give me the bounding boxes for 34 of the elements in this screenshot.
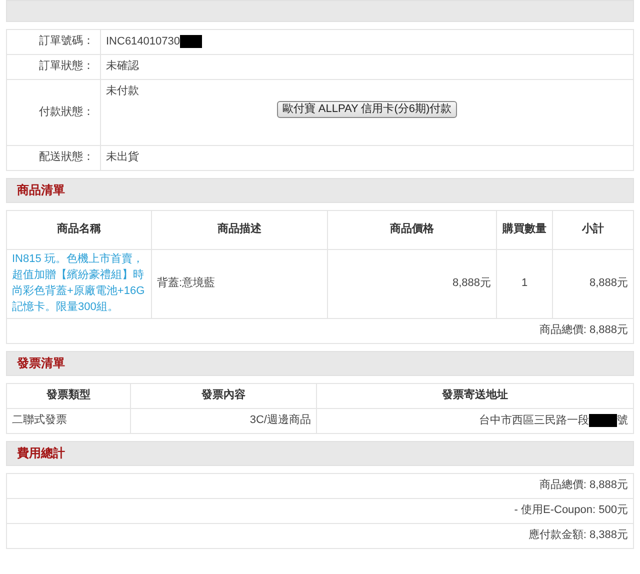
table-cell: 8,888元	[452, 277, 491, 290]
field-label: 訂單號碼：	[39, 35, 94, 48]
column-header: 小計	[582, 223, 604, 236]
section-title: 費用總計	[17, 445, 65, 462]
cost-line: - 使用E-Coupon: 500元	[514, 504, 628, 516]
column-header: 購買數量	[502, 223, 546, 236]
field-value: 未付款	[106, 85, 139, 97]
table-cell: 二聯式發票	[12, 414, 67, 426]
table-cell: 號	[617, 414, 628, 427]
pay-button[interactable]: 歐付寶 ALLPAY 信用卡(分6期)付款	[277, 101, 457, 118]
field-value: 未出貨	[106, 151, 139, 164]
redaction-block	[589, 414, 617, 428]
redaction-block	[180, 35, 202, 48]
column-header: 發票類型	[46, 389, 90, 402]
table-cell: 台中市西區三民路一段	[479, 414, 589, 427]
column-header: 發票寄送地址	[442, 389, 508, 402]
section-title: 發票清單	[17, 355, 65, 372]
field-label: 配送狀態：	[39, 151, 94, 164]
column-header: 商品名稱	[57, 223, 101, 236]
field-label: 訂單狀態：	[39, 60, 94, 72]
cost-line: 應付款金額: 8,388元	[528, 529, 628, 542]
table-cell: 1	[521, 277, 528, 290]
total-text: 商品總價: 8,888元	[539, 324, 628, 336]
field-label: 付款狀態：	[39, 106, 94, 118]
field-value: INC614010730	[106, 36, 180, 48]
table-cell: 8,888元	[589, 277, 628, 290]
cost-line: 商品總價: 8,888元	[539, 479, 628, 492]
field-value: 未確認	[106, 60, 139, 72]
column-header: 發票內容	[202, 389, 246, 402]
column-header: 商品價格	[390, 223, 434, 236]
table-cell: 3C/週邊商品	[250, 414, 311, 426]
section-title: 商品清單	[17, 182, 65, 199]
column-header: 商品描述	[218, 223, 262, 236]
table-cell: 背蓋:意境藍	[157, 277, 216, 290]
